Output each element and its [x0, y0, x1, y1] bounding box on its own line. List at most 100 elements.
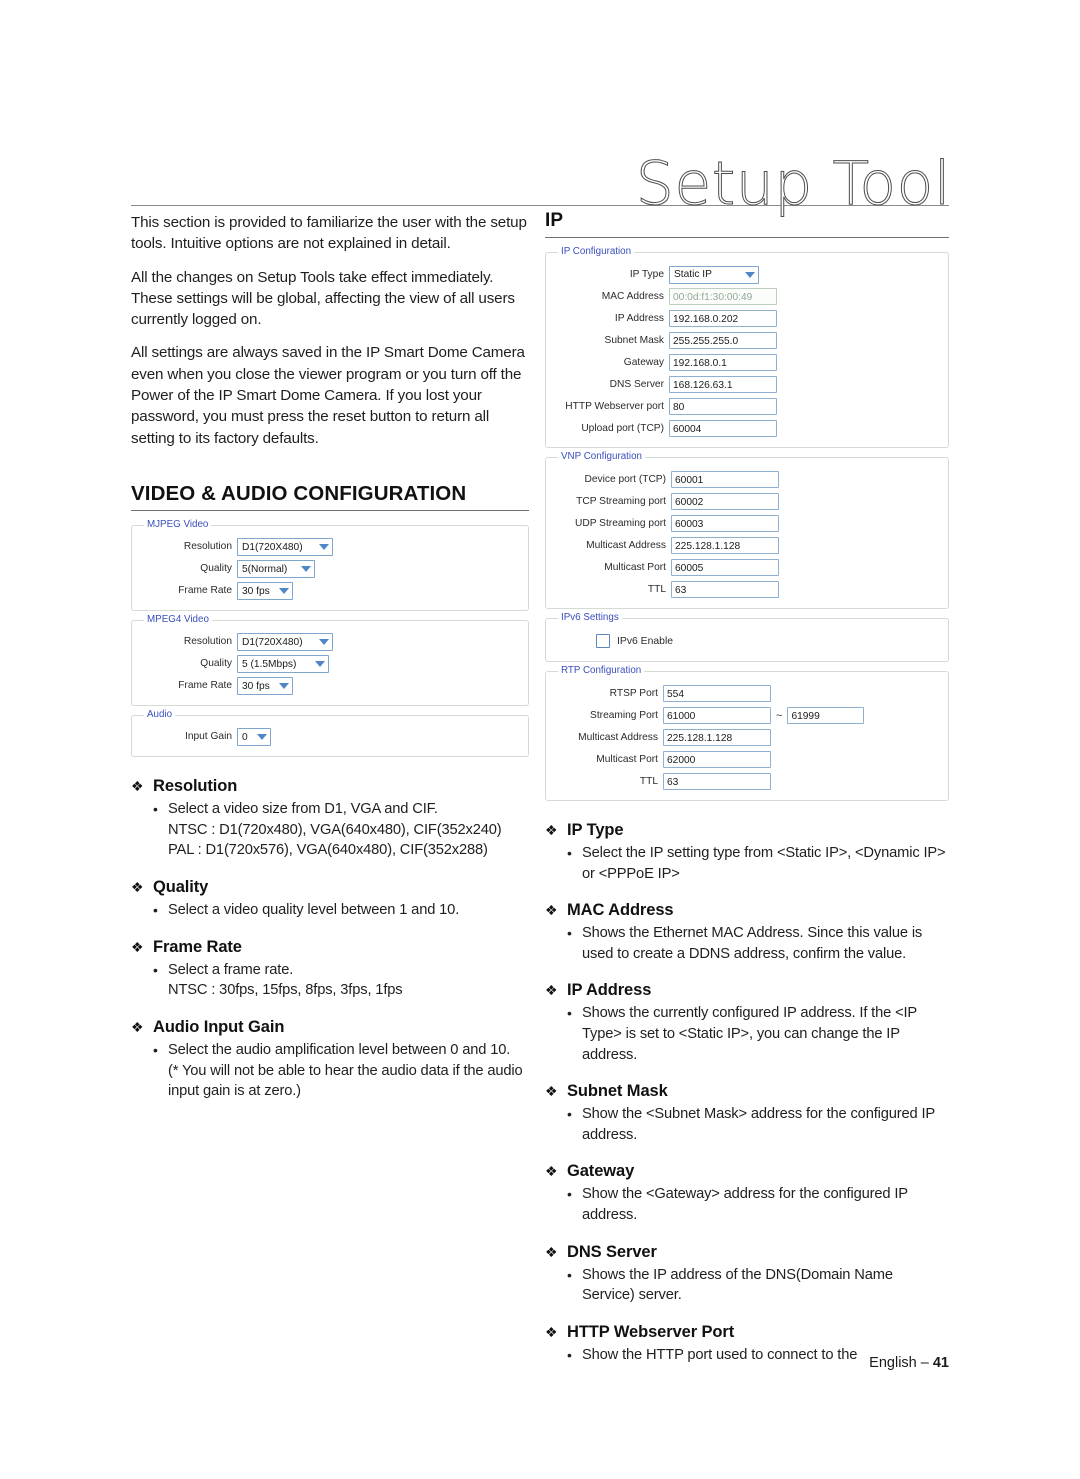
field-label: IP Address — [614, 312, 664, 324]
field-row-multicast-address: Multicast Address 225.128.1.128 — [556, 536, 940, 555]
definition-item-text: Show the <Gateway> address for the confi… — [582, 1186, 908, 1223]
definition-item-text: Select a video quality level between 1 a… — [168, 901, 460, 918]
streaming-port-start-input[interactable]: 61000 — [663, 707, 771, 724]
field-label: Gateway — [623, 356, 664, 368]
gateway-input[interactable]: 192.168.0.1 — [669, 354, 777, 371]
select-value: 30 fps — [242, 680, 270, 692]
field-label: RTSP Port — [609, 687, 658, 699]
definition-item: • Shows the currently configured IP addr… — [545, 1003, 949, 1065]
rtp-multicast-port-input[interactable]: 62000 — [663, 751, 771, 768]
ipv6-enable-checkbox[interactable] — [596, 634, 610, 648]
bullet-icon: • — [153, 961, 158, 978]
field-row-device-port: Device port (TCP) 60001 — [556, 470, 940, 489]
definition-item-text: Select a frame rate. NTSC : 30fps, 15fps… — [168, 961, 403, 999]
rtp-multicast-address-input[interactable]: 225.128.1.128 — [663, 729, 771, 746]
definition-item-text: Select the IP setting type from <Static … — [582, 845, 946, 882]
mjpeg-quality-select[interactable]: 5(Normal) — [237, 560, 315, 579]
panel-mjpeg-video: MJPEG Video Resolution D1(720X480) Quali… — [131, 518, 529, 611]
ipv6-enable-row[interactable]: IPv6 Enable — [554, 631, 940, 652]
panel-ip-configuration: IP Configuration IP Type Static IP MAC A… — [545, 246, 949, 448]
upload-port-input[interactable]: 60004 — [669, 420, 777, 437]
rtsp-port-input[interactable]: 554 — [663, 685, 771, 702]
definition-term-label: Subnet Mask — [567, 1082, 668, 1101]
ip-address-input[interactable]: 192.168.0.202 — [669, 310, 777, 327]
field-row-http-webserver-port: HTTP Webserver port 80 — [556, 397, 940, 416]
diamond-marker-icon: ❖ — [545, 822, 558, 838]
field-label: Frame Rate — [178, 680, 232, 692]
field-row-resolution: Resolution D1(720X480) — [142, 538, 520, 557]
left-column: This section is provided to familiarize … — [131, 212, 529, 1102]
chevron-down-icon — [319, 639, 329, 646]
udp-streaming-port-input[interactable]: 60003 — [671, 515, 779, 532]
field-row-rtsp-port: RTSP Port 554 — [556, 684, 940, 703]
field-row-multicast-port: Multicast Port 60005 — [556, 558, 940, 577]
http-webserver-port-input[interactable]: 80 — [669, 398, 777, 415]
definition-term-label: Audio Input Gain — [153, 1017, 285, 1036]
rtp-ttl-input[interactable]: 63 — [663, 773, 771, 790]
definition-term: ❖ IP Type — [545, 819, 949, 841]
chevron-down-icon — [279, 588, 289, 595]
intro-paragraph-1: This section is provided to familiarize … — [131, 214, 527, 253]
definition-item: • Show the <Subnet Mask> address for the… — [545, 1104, 949, 1145]
field-row-dns-server: DNS Server 168.126.63.1 — [556, 375, 940, 394]
streaming-port-end-input[interactable]: 61999 — [787, 707, 865, 724]
panel-mpeg4-video: MPEG4 Video Resolution D1(720X480) Quali… — [131, 613, 529, 706]
page-footer: English – 41 — [869, 1355, 949, 1371]
panel-legend: VNP Configuration — [558, 451, 645, 462]
panel-legend: IP Configuration — [558, 246, 635, 257]
definition-term: ❖ IP Address — [545, 979, 949, 1001]
definition-term: ❖ Audio Input Gain — [131, 1016, 529, 1038]
mpeg4-frame-rate-select[interactable]: 30 fps — [237, 677, 293, 696]
video-audio-section: VIDEO & AUDIO CONFIGURATION MJPEG Video … — [131, 481, 529, 1102]
mpeg4-resolution-select[interactable]: D1(720X480) — [237, 633, 333, 652]
subnet-mask-input[interactable]: 255.255.255.0 — [669, 332, 777, 349]
field-row-gateway: Gateway 192.168.0.1 — [556, 353, 940, 372]
tcp-streaming-port-input[interactable]: 60002 — [671, 493, 779, 510]
field-row-upload-port: Upload port (TCP) 60004 — [556, 419, 940, 438]
footer-language: English – — [869, 1355, 933, 1371]
select-value: 5 (1.5Mbps) — [242, 658, 297, 670]
intro-paragraph-2: All the changes on Setup Tools take effe… — [131, 268, 515, 329]
panel-legend: MJPEG Video — [144, 518, 212, 530]
chevron-down-icon — [279, 683, 289, 690]
vnp-ttl-input[interactable]: 63 — [671, 581, 779, 598]
field-row-quality: Quality 5 (1.5Mbps) — [142, 655, 520, 674]
device-port-input[interactable]: 60001 — [671, 471, 779, 488]
field-label: Upload port (TCP) — [581, 422, 664, 434]
diamond-marker-icon: ❖ — [131, 878, 144, 895]
chevron-down-icon — [319, 544, 329, 551]
bullet-icon: • — [153, 800, 158, 817]
page-title: Setup Tool — [635, 149, 951, 219]
diamond-marker-icon: ❖ — [131, 938, 144, 955]
field-row-frame-rate: Frame Rate 30 fps — [142, 582, 520, 601]
field-label: UDP Streaming port — [575, 517, 666, 529]
field-label: Frame Rate — [178, 585, 232, 597]
field-row-input-gain: Input Gain 0 — [142, 728, 520, 747]
ip-type-select[interactable]: Static IP — [669, 265, 759, 284]
field-label: Device port (TCP) — [584, 473, 666, 485]
definition-list-video-audio: ❖ Resolution • Select a video size from … — [131, 775, 529, 1102]
vnp-multicast-port-input[interactable]: 60005 — [671, 559, 779, 576]
definition-term-label: IP Address — [567, 981, 652, 1000]
audio-input-gain-select[interactable]: 0 — [237, 728, 271, 747]
document-page: Setup Tool This section is provided to f… — [0, 0, 1080, 1479]
mjpeg-resolution-select[interactable]: D1(720X480) — [237, 538, 333, 557]
dns-server-input[interactable]: 168.126.63.1 — [669, 376, 777, 393]
vnp-multicast-address-input[interactable]: 225.128.1.128 — [671, 537, 779, 554]
panel-audio: Audio Input Gain 0 — [131, 708, 529, 757]
diamond-marker-icon: ❖ — [545, 1163, 558, 1180]
mpeg4-quality-select[interactable]: 5 (1.5Mbps) — [237, 655, 329, 674]
field-row-frame-rate: Frame Rate 30 fps — [142, 677, 520, 696]
definition-item: • Shows the IP address of the DNS(Domain… — [545, 1265, 949, 1306]
field-label: TTL — [647, 583, 666, 595]
definition-term: ❖ Frame Rate — [131, 936, 529, 958]
field-label: Input Gain — [184, 731, 232, 743]
mjpeg-frame-rate-select[interactable]: 30 fps — [237, 582, 293, 601]
panel-legend: IPv6 Settings — [558, 612, 622, 623]
definition-term: ❖ Resolution — [131, 775, 529, 797]
bullet-icon: • — [567, 1266, 572, 1283]
field-label: Quality — [200, 563, 232, 575]
definition-term-label: Gateway — [567, 1162, 635, 1181]
definition-term: ❖ Quality — [131, 876, 529, 898]
definition-term-label: IP Type — [567, 821, 624, 839]
